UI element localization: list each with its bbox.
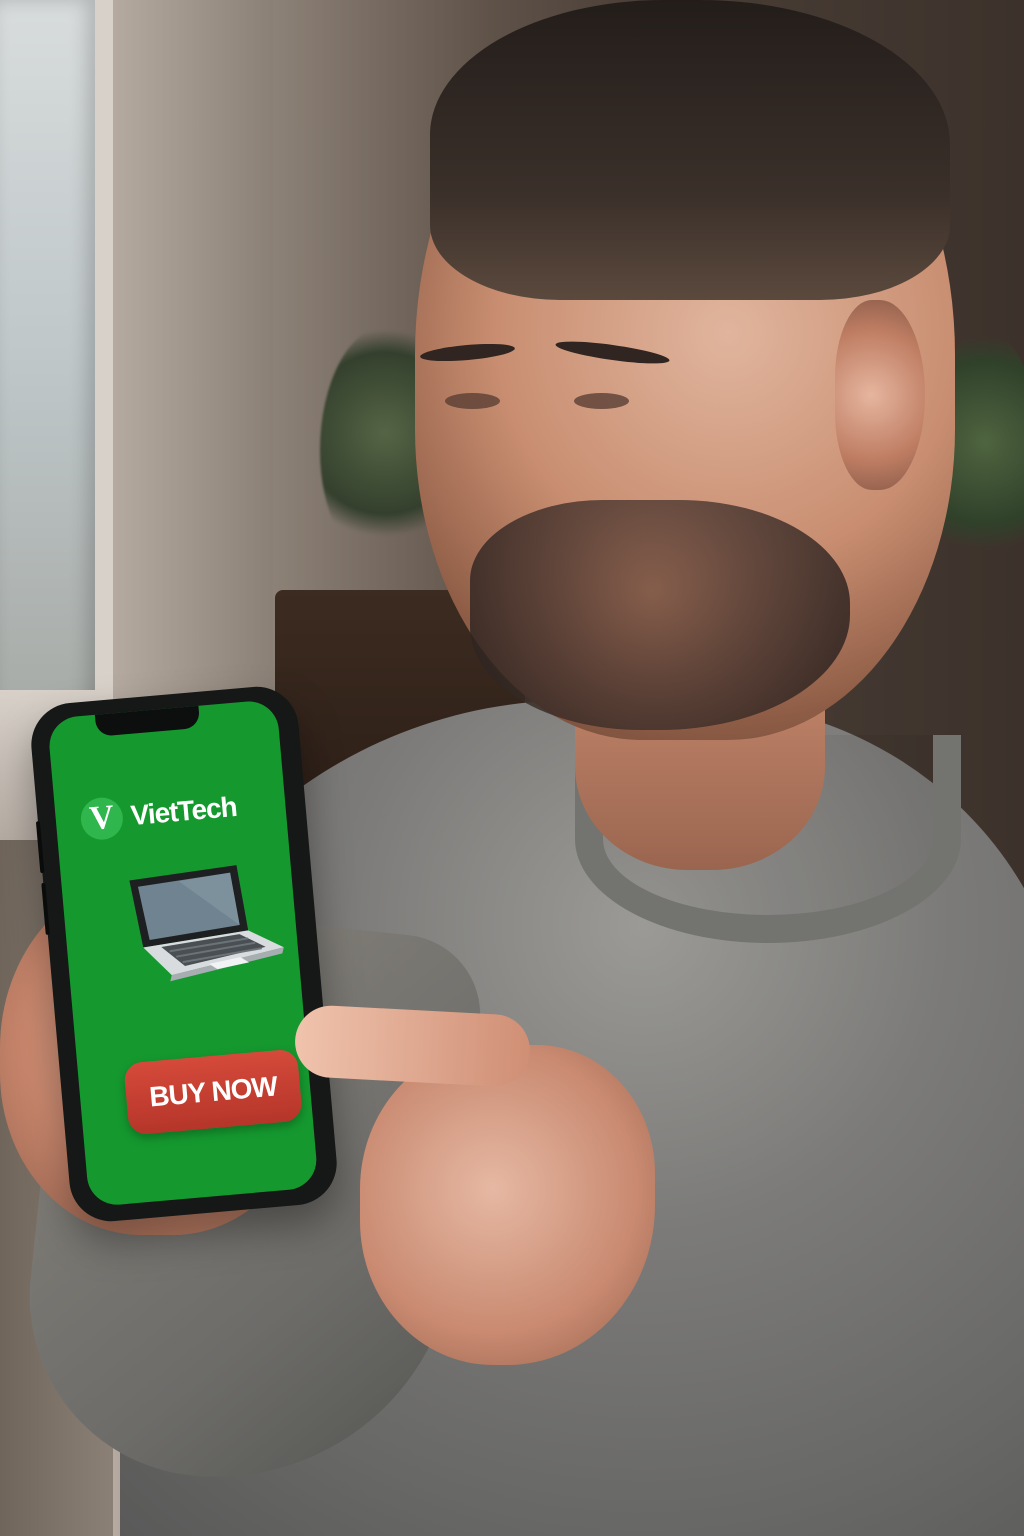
beard <box>470 500 850 730</box>
smartphone: V VietTech BUY NOW <box>27 683 341 1225</box>
right-eye <box>574 393 629 409</box>
brand-name: VietTech <box>129 790 238 832</box>
ear <box>835 300 925 490</box>
phone-volume-button <box>35 821 45 874</box>
left-eye <box>445 393 500 409</box>
window <box>0 0 113 710</box>
brand-header: V VietTech <box>79 780 272 844</box>
buy-now-button[interactable]: BUY NOW <box>123 1048 303 1136</box>
index-finger <box>293 1003 532 1089</box>
hair <box>430 0 950 300</box>
photo-scene: V VietTech BUY NOW <box>0 0 1024 1536</box>
laptop-icon <box>108 849 289 993</box>
phone-notch <box>94 703 201 737</box>
phone-screen: V VietTech BUY NOW <box>47 699 319 1208</box>
pointing-hand <box>360 1045 655 1365</box>
viettech-logo-icon: V <box>79 795 125 842</box>
